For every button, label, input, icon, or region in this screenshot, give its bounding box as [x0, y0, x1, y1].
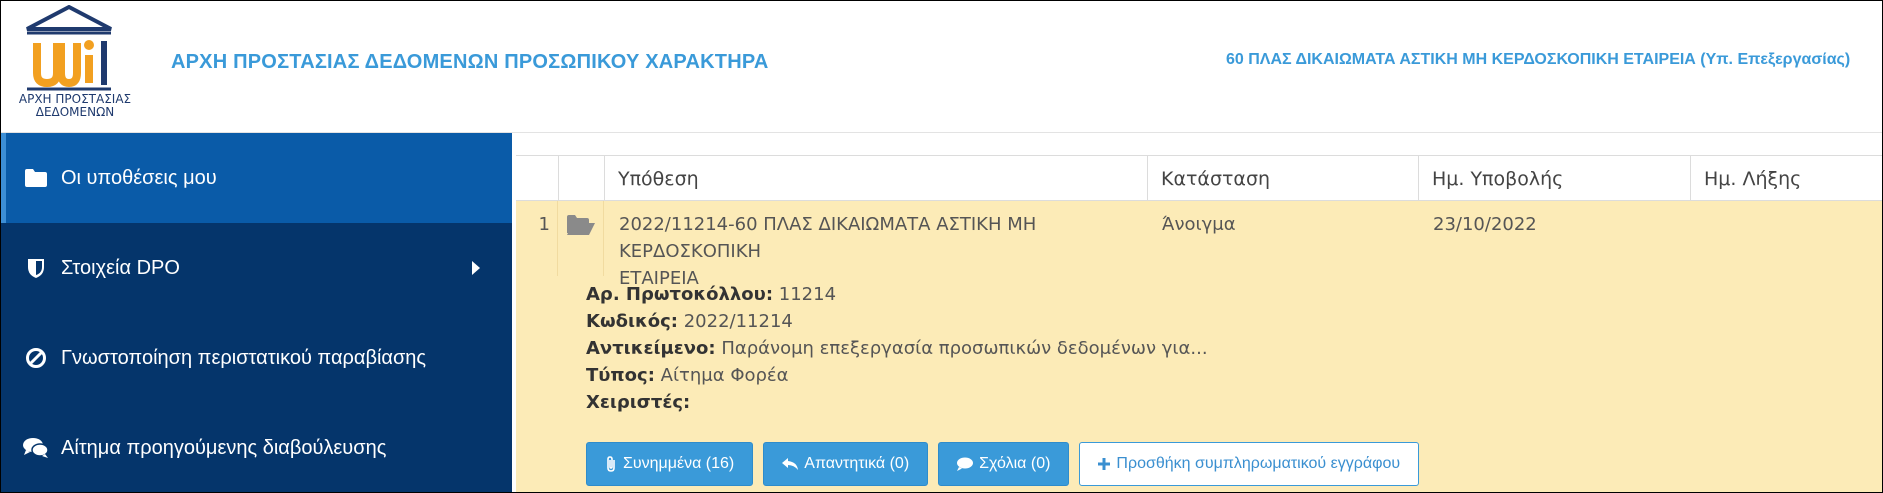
- sidebar-item-prior-consultation[interactable]: Αίτημα προηγούμενης διαβούλευσης: [1, 403, 512, 492]
- case-submitted-date: 23/10/2022: [1433, 214, 1537, 235]
- comments-icon: [23, 435, 49, 461]
- column-header-status[interactable]: Κατάσταση: [1147, 156, 1418, 202]
- reply-icon: [782, 458, 799, 470]
- attachments-label: Συνημμένα (16): [623, 455, 735, 472]
- institution-logo-icon: [26, 4, 112, 91]
- column-header-icon: [558, 156, 604, 202]
- table-row[interactable]: 1 2022/11214-60 ΠΛΑΣ ΔΙΚΑΙΩΜΑΤΑ ΑΣΤΙΚΗ Μ…: [516, 201, 1882, 492]
- header: ΑΡΧΗ ΠΡΟΣΤΑΣΙΑΣ ΔΕΔΟΜΕΝΩΝ ΑΡΧΗ ΠΡΟΣΤΑΣΙΑ…: [1, 1, 1882, 133]
- ban-icon: [23, 345, 49, 371]
- column-header-number: [516, 156, 558, 202]
- detail-label: Αντικείμενο:: [586, 338, 716, 359]
- paperclip-icon: [607, 456, 615, 472]
- detail-protocol: Αρ. Πρωτοκόλλου: 11214: [586, 281, 1208, 308]
- comments-button[interactable]: Σχόλια (0): [938, 442, 1070, 486]
- replies-label: Απαντητικά (0): [804, 455, 910, 472]
- sidebar-item-breach-notification[interactable]: Γνωστοποίηση περιστατικού παραβίασης: [1, 313, 512, 403]
- detail-label: Αρ. Πρωτοκόλλου:: [586, 284, 774, 305]
- table-header: Υπόθεση Κατάσταση Ημ. Υποβολής Ημ. Λήξης: [516, 155, 1882, 202]
- detail-label: Κωδικός:: [586, 311, 678, 332]
- logo-caption-line2: ΔΕΔΟΜΕΝΩΝ: [35, 105, 115, 119]
- sidebar: Οι υποθέσεις μου Στοιχεία DPO Γνωστοποίη…: [1, 133, 512, 492]
- row-number: 1: [538, 214, 550, 235]
- add-supplementary-document-button[interactable]: Προσθήκη συμπληρωματικού εγγράφου: [1079, 442, 1420, 486]
- sidebar-item-dpo[interactable]: Στοιχεία DPO: [1, 223, 512, 313]
- main-content: Υπόθεση Κατάσταση Ημ. Υποβολής Ημ. Λήξης…: [512, 133, 1882, 492]
- sidebar-item-label: Στοιχεία DPO: [61, 256, 180, 279]
- detail-type: Τύπος: Αίτημα Φορέα: [586, 362, 1208, 389]
- case-title-line1: 2022/11214-60 ΠΛΑΣ ΔΙΚΑΙΩΜΑΤΑ ΑΣΤΙΚΗ ΜΗ …: [619, 214, 1037, 262]
- site-title[interactable]: ΑΡΧΗ ΠΡΟΣΤΑΣΙΑΣ ΔΕΔΟΜΕΝΩΝ ΠΡΟΣΩΠΙΚΟΥ ΧΑΡ…: [171, 51, 769, 74]
- detail-value: 2022/11214: [683, 311, 793, 332]
- column-header-case[interactable]: Υπόθεση: [604, 156, 1147, 202]
- add-document-label: Προσθήκη συμπληρωματικού εγγράφου: [1116, 455, 1401, 472]
- folder-icon: [23, 165, 49, 191]
- column-header-expires[interactable]: Ημ. Λήξης: [1690, 156, 1882, 202]
- sidebar-item-my-cases[interactable]: Οι υποθέσεις μου: [1, 133, 512, 223]
- replies-button[interactable]: Απαντητικά (0): [763, 442, 929, 486]
- case-status: Άνοιγμα: [1162, 214, 1236, 235]
- detail-subject: Αντικείμενο: Παράνομη επεξεργασία προσωπ…: [586, 335, 1208, 362]
- app-window: ΑΡΧΗ ΠΡΟΣΤΑΣΙΑΣ ΔΕΔΟΜΕΝΩΝ ΑΡΧΗ ΠΡΟΣΤΑΣΙΑ…: [0, 0, 1883, 493]
- detail-handlers: Χειριστές:: [586, 389, 1208, 416]
- shield-icon: [23, 255, 49, 281]
- detail-value: Αίτημα Φορέα: [660, 365, 789, 386]
- logo[interactable]: ΑΡΧΗ ΠΡΟΣΤΑΣΙΑΣ ΔΕΔΟΜΕΝΩΝ: [7, 4, 131, 127]
- case-details: Αρ. Πρωτοκόλλου: 11214 Κωδικός: 2022/112…: [586, 281, 1208, 416]
- detail-code: Κωδικός: 2022/11214: [586, 308, 1208, 335]
- sidebar-item-label: Γνωστοποίηση περιστατικού παραβίασης: [61, 346, 427, 369]
- attachments-button[interactable]: Συνημμένα (16): [586, 442, 754, 486]
- row-icon-cell: [558, 201, 604, 276]
- detail-label: Τύπος:: [586, 365, 655, 386]
- detail-value: Παράνομη επεξεργασία προσωπικών δεδομένω…: [721, 338, 1208, 359]
- sidebar-item-label: Αίτημα προηγούμενης διαβούλευσης: [61, 436, 387, 459]
- detail-value: 11214: [778, 284, 837, 305]
- case-actions: Συνημμένα (16) Απαντητικά (0) Σχόλια (0)…: [586, 442, 1420, 486]
- column-header-submitted[interactable]: Ημ. Υποβολής: [1418, 156, 1690, 202]
- organization-title: 60 ΠΛΑΣ ΔΙΚΑΙΩΜΑΤΑ ΑΣΤΙΚΗ ΜΗ ΚΕΡΔΟΣΚΟΠΙΚ…: [1226, 51, 1851, 68]
- comment-icon: [957, 457, 974, 471]
- plus-icon: [1098, 458, 1111, 470]
- comments-label: Σχόλια (0): [979, 455, 1051, 472]
- case-title[interactable]: 2022/11214-60 ΠΛΑΣ ΔΙΚΑΙΩΜΑΤΑ ΑΣΤΙΚΗ ΜΗ …: [619, 211, 1139, 292]
- chevron-right-icon: [472, 261, 480, 275]
- detail-label: Χειριστές:: [586, 392, 691, 413]
- sidebar-item-label: Οι υποθέσεις μου: [61, 166, 217, 189]
- row-number-cell: 1: [516, 201, 558, 276]
- cases-table: Υπόθεση Κατάσταση Ημ. Υποβολής Ημ. Λήξης…: [516, 155, 1882, 492]
- folder-open-icon[interactable]: [567, 215, 595, 240]
- logo-caption: ΑΡΧΗ ΠΡΟΣΤΑΣΙΑΣ ΔΕΔΟΜΕΝΩΝ: [7, 93, 143, 119]
